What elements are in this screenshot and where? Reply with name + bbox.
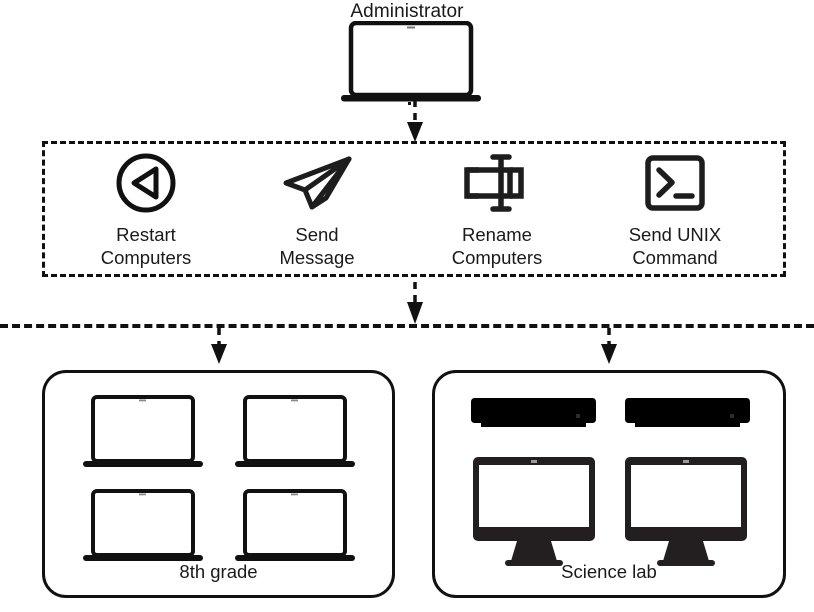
group-label: Science lab — [561, 561, 657, 582]
action-rename-computers[interactable]: Rename Computers — [404, 141, 590, 277]
action-label: Send UNIX Command — [628, 224, 722, 269]
rename-icon — [455, 151, 539, 215]
group-label: 8th grade — [179, 561, 258, 582]
network-separator — [0, 324, 814, 328]
restart-icon — [115, 151, 177, 215]
action-send-unix-command[interactable]: Send UNIX Command — [582, 141, 768, 277]
action-label: Rename Computers — [451, 224, 543, 269]
group-science-lab[interactable]: Science lab — [432, 370, 786, 598]
laptop-icon[interactable] — [83, 395, 203, 478]
group-8th-grade[interactable]: 8th grade — [42, 370, 395, 598]
arrow-to-8th-grade — [209, 328, 229, 371]
mac-mini-icon[interactable] — [625, 398, 750, 435]
action-label: Restart Computers — [100, 224, 192, 269]
mac-mini-icon[interactable] — [471, 398, 596, 435]
action-send-message[interactable]: Send Message — [224, 141, 410, 277]
diagram-canvas: Administrator Restart Computers Send Mes… — [0, 0, 814, 612]
administrator-title: Administrator — [350, 1, 464, 22]
action-label: Send Message — [279, 224, 355, 269]
send-message-icon — [279, 151, 355, 215]
laptop-icon[interactable] — [235, 395, 355, 478]
action-restart-computers[interactable]: Restart Computers — [53, 141, 239, 277]
administrator-laptop-icon — [341, 20, 481, 105]
imac-icon[interactable] — [473, 457, 595, 574]
terminal-icon — [643, 151, 707, 215]
laptop-icon[interactable] — [235, 489, 355, 572]
laptop-icon[interactable] — [83, 489, 203, 572]
imac-icon[interactable] — [625, 457, 747, 574]
arrow-to-science-lab — [599, 328, 619, 371]
